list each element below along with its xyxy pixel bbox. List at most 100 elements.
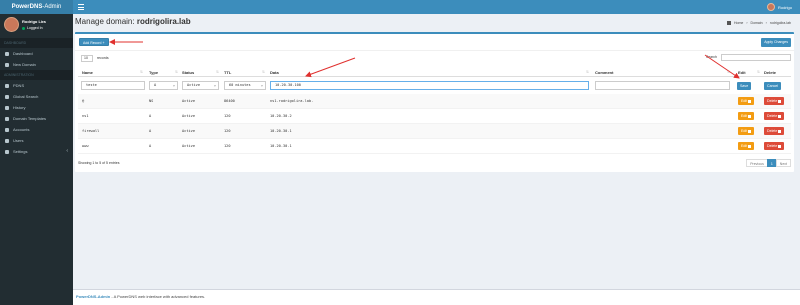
comment-input[interactable]: [595, 81, 730, 90]
cell-ttl: 86400: [224, 99, 235, 103]
sidebar-item-label: New Domain: [13, 62, 36, 67]
delete-label: Delete: [767, 114, 778, 118]
cell-ttl: 120: [224, 114, 231, 118]
sort-icon[interactable]: ⇅: [216, 70, 219, 74]
col-ttl[interactable]: TTL: [224, 70, 231, 75]
page-title: Manage domain: rodrigolira.lab: [75, 17, 191, 26]
plus-icon: [5, 62, 9, 67]
sidebar-item-users[interactable]: Users: [0, 135, 73, 146]
cell-name: www: [82, 144, 89, 148]
top-navbar: Rodrigo: [73, 0, 800, 14]
ttl-select-value: 60 minutes: [229, 83, 251, 87]
history-icon: [5, 105, 9, 110]
trash-icon: [778, 99, 782, 103]
col-type[interactable]: Type: [149, 70, 158, 75]
cancel-button[interactable]: Cancel: [764, 82, 782, 90]
sidebar-item-label: PDNS: [13, 83, 25, 88]
sidebar-item-label: Users: [13, 138, 24, 143]
add-record-label: Add Record: [83, 41, 102, 45]
delete-label: Delete: [767, 129, 778, 133]
col-edit[interactable]: Edit: [738, 70, 746, 75]
avatar: [766, 3, 775, 11]
col-delete[interactable]: Delete: [764, 70, 776, 75]
edit-button[interactable]: Edit: [738, 142, 755, 150]
sidebar-item-accounts[interactable]: Accounts: [0, 124, 73, 135]
footer-brand[interactable]: PowerDNS-Admin: [76, 294, 110, 299]
type-select[interactable]: A ⌄: [149, 81, 178, 90]
apply-changes-button[interactable]: Apply Changes: [761, 38, 791, 47]
page-footer: PowerDNS-Admin - A PowerDNS web interfac…: [73, 289, 800, 305]
delete-button[interactable]: Delete: [764, 142, 785, 150]
sidebar-item-global-search[interactable]: Global Search: [0, 91, 73, 102]
pagination-previous[interactable]: Previous: [746, 159, 768, 167]
edit-icon: [748, 99, 752, 103]
sidebar-section-administration: ADMINISTRATION: [0, 70, 73, 80]
sort-icon[interactable]: ⇅: [727, 70, 730, 74]
app-logo[interactable]: PowerDNS-Admin: [0, 0, 73, 14]
page-length-label: records: [97, 56, 109, 60]
user-panel-avatar: [4, 17, 19, 32]
cell-data: 10.20.30.2: [270, 114, 292, 118]
cell-name: ns1: [82, 114, 89, 118]
cell-data: 10.20.30.1: [270, 144, 292, 148]
trash-icon: [778, 114, 782, 118]
app-name-suffix: -Admin: [42, 4, 62, 10]
delete-button[interactable]: Delete: [764, 127, 785, 135]
sidebar-item-label: Settings: [13, 149, 28, 154]
delete-button[interactable]: Delete: [764, 112, 785, 120]
records-table: Name ⇅ Type ⇅ Status ⇅ TTL ⇅ Data ⇅ Comment ⇅ …: [78, 68, 791, 154]
sidebar-item-pdns[interactable]: PDNS: [0, 80, 73, 91]
accounts-icon: [5, 127, 9, 132]
cell-name: firewall: [82, 129, 100, 133]
data-input[interactable]: 10.20.30.100: [270, 81, 589, 90]
user-status-text: Logged In: [27, 26, 43, 30]
sidebar-toggle-icon[interactable]: [78, 4, 84, 10]
sidebar-item-history[interactable]: History: [0, 102, 73, 113]
sort-icon[interactable]: ⇅: [175, 70, 178, 74]
delete-button[interactable]: Delete: [764, 97, 785, 105]
table-row: firewall A Active 120 10.20.30.1 Edit De…: [78, 124, 791, 139]
user-menu[interactable]: Rodrigo: [766, 2, 792, 12]
col-status[interactable]: Status: [182, 70, 194, 75]
sidebar-item-settings[interactable]: Settings ‹: [0, 146, 73, 157]
status-dot-icon: [22, 26, 25, 30]
add-record-button[interactable]: Add Record +: [79, 38, 109, 46]
template-icon: [5, 116, 9, 121]
type-select-value: A: [154, 83, 157, 87]
delete-label: Delete: [767, 144, 778, 148]
cell-data: ns1.rodrigolira.lab.: [270, 99, 314, 103]
breadcrumb-domain[interactable]: Domain: [751, 21, 763, 25]
users-icon: [5, 138, 9, 143]
sidebar-item-new-domain[interactable]: New Domain: [0, 59, 73, 70]
breadcrumb-home[interactable]: Home: [734, 21, 743, 25]
cell-ttl: 120: [224, 129, 231, 133]
search-label: Search: [705, 55, 717, 59]
search-icon: [5, 94, 9, 99]
sort-icon[interactable]: ⇅: [757, 70, 760, 74]
name-input[interactable]: teste: [81, 81, 145, 90]
ttl-select[interactable]: 60 minutes ⌄: [224, 81, 266, 90]
user-panel: Rodrigo Lira Logged In: [0, 14, 73, 38]
sort-icon[interactable]: ⇅: [140, 70, 143, 74]
cell-type: A: [149, 144, 152, 148]
chevron-left-icon: ‹: [66, 148, 68, 154]
edit-button[interactable]: Edit: [738, 127, 755, 135]
page-length-select[interactable]: 10: [81, 55, 93, 62]
sidebar-item-dashboard[interactable]: Dashboard: [0, 48, 73, 59]
edit-button[interactable]: Edit: [738, 97, 755, 105]
save-button[interactable]: Save: [737, 82, 752, 90]
sort-icon[interactable]: ⇅: [262, 70, 265, 74]
status-select[interactable]: Active ⌄: [182, 81, 219, 90]
edit-button[interactable]: Edit: [738, 112, 755, 120]
col-name[interactable]: Name: [82, 70, 93, 75]
col-comment[interactable]: Comment: [595, 70, 613, 75]
server-icon: [5, 83, 9, 88]
sidebar-item-domain-templates[interactable]: Domain Templates: [0, 113, 73, 124]
cell-name: @: [82, 99, 85, 103]
sort-icon[interactable]: ⇅: [586, 70, 589, 74]
col-data[interactable]: Data: [270, 70, 279, 75]
user-panel-name: Rodrigo Lira: [22, 19, 46, 24]
table-row: @ NS Active 86400 ns1.rodrigolira.lab. E…: [78, 94, 791, 109]
pagination-next[interactable]: Next: [775, 159, 791, 167]
search-input[interactable]: [721, 54, 791, 61]
